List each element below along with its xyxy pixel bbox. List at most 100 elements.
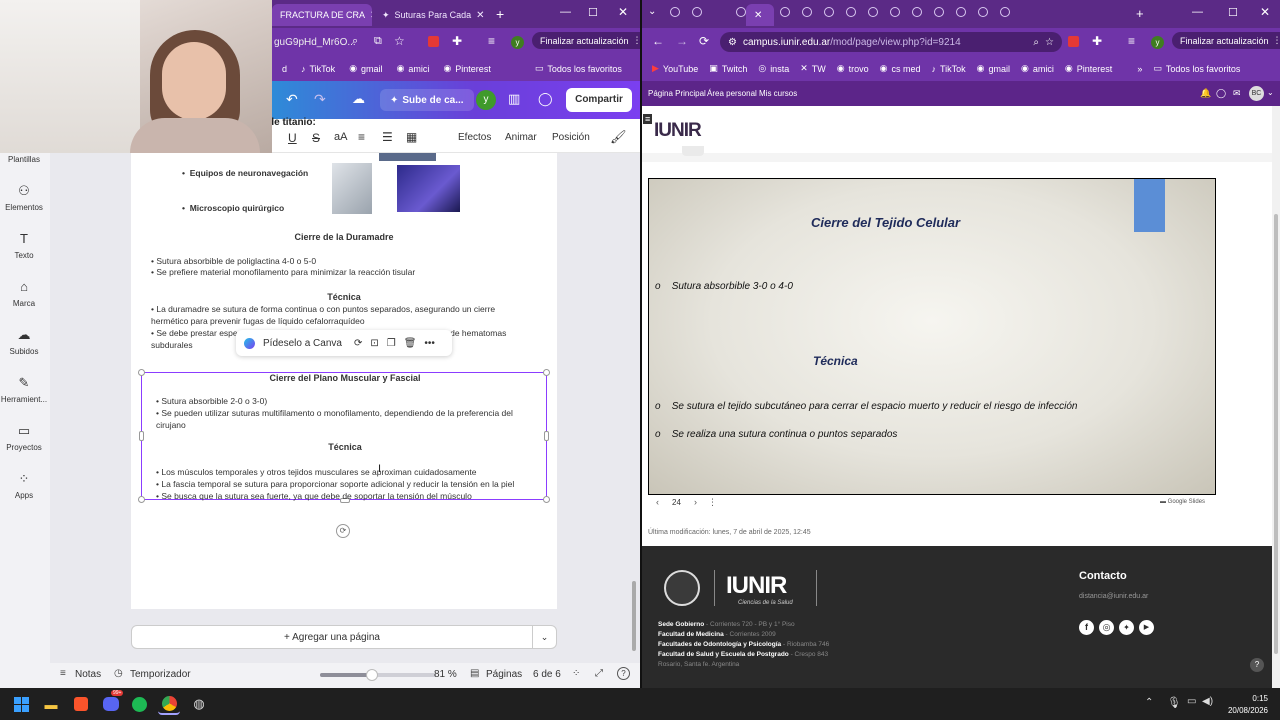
pages-button[interactable]: Páginas	[486, 669, 522, 680]
new-tab-icon[interactable]: +	[1136, 6, 1144, 21]
youtube-icon[interactable]: ▶	[1139, 620, 1154, 635]
tab-favicon-icon[interactable]	[846, 7, 856, 17]
collapse-tab[interactable]	[682, 146, 704, 156]
sidebar-item-marca[interactable]: ⌂ Marca	[0, 279, 48, 308]
tab-active[interactable]: ✕	[746, 4, 774, 26]
extension-icon[interactable]	[1068, 36, 1079, 47]
microphone-icon[interactable]: 🎙	[1167, 696, 1181, 709]
close-icon[interactable]: ✕	[370, 10, 372, 21]
media-icon[interactable]: ≡	[1128, 34, 1135, 48]
bookmark-tw[interactable]: ✕ TW	[800, 63, 826, 74]
discord-icon[interactable]: 99+	[100, 690, 124, 715]
instagram-icon[interactable]: ◎	[1099, 620, 1114, 635]
bookmark-pinterest[interactable]: ◉ Pinterest	[443, 63, 490, 74]
bookmark-gmail[interactable]: ◉ gmail	[977, 63, 1010, 74]
left-url-fragment[interactable]: guG9pHd_Mr6O...	[274, 37, 356, 48]
prev-slide-icon[interactable]: ‹	[656, 497, 659, 507]
file-explorer-icon[interactable]: ▬	[40, 693, 62, 715]
extension-icon[interactable]	[428, 36, 439, 47]
zoom-slider-knob[interactable]	[366, 669, 379, 681]
tab-favicon-icon[interactable]	[978, 7, 988, 17]
text-size-button[interactable]: aA	[334, 131, 347, 143]
side-handle[interactable]	[139, 431, 144, 441]
next-slide-icon[interactable]: ›	[694, 497, 697, 507]
sidebar-item-subidos[interactable]: ☁ Subidos	[0, 327, 48, 356]
network-icon[interactable]: ▭	[1187, 696, 1196, 707]
star-icon[interactable]: ☆	[394, 34, 405, 48]
site-info-icon[interactable]: ⚙	[728, 37, 737, 48]
refresh-icon[interactable]: ⟳	[354, 338, 362, 349]
fullscreen-icon[interactable]: ⤢	[595, 668, 603, 679]
zoom-icon[interactable]: ⌕	[1033, 37, 1039, 48]
profile-avatar[interactable]: y	[511, 36, 524, 49]
window-close-icon[interactable]: ✕	[618, 5, 628, 19]
google-slides-link[interactable]: ▬ Google Slides	[1160, 499, 1205, 505]
bookmark-twitch[interactable]: ▣ Twitch	[709, 63, 747, 74]
tab-fractura[interactable]: FRACTURA DE CRA ✕	[272, 4, 372, 26]
undo-icon[interactable]: ↶	[286, 91, 298, 108]
more-icon[interactable]: •••	[424, 338, 435, 349]
contact-email[interactable]: distancia@iunir.edu.ar	[1079, 593, 1148, 600]
update-button[interactable]: Finalizar actualización ⋮	[1172, 32, 1280, 49]
bookmark-amici[interactable]: ◉ amici	[397, 63, 430, 74]
drawer-toggle-icon[interactable]: ≡	[643, 114, 653, 124]
zoom-slider[interactable]	[320, 669, 436, 681]
canvas-scrollbar[interactable]	[632, 581, 636, 651]
page-canvas[interactable]: • Equipos de neuronavegación • Microscop…	[131, 153, 557, 609]
tab-favicon-icon[interactable]	[868, 7, 878, 17]
bookmark-tiktok[interactable]: ♪ TikTok	[932, 64, 966, 74]
nav-area-personal[interactable]: Área personal	[707, 89, 757, 98]
site-logo[interactable]: IUNIR	[654, 120, 702, 142]
chevron-down-icon[interactable]: ⌄	[532, 626, 556, 648]
tray-chevron-icon[interactable]: ⌃	[1145, 697, 1153, 708]
bookmark-gmail[interactable]: ◉ gmail	[349, 63, 382, 74]
chrome-icon[interactable]	[158, 693, 180, 715]
effects-button[interactable]: Efectos	[458, 132, 491, 143]
more-bookmarks-icon[interactable]: »	[1137, 64, 1142, 74]
clock-time[interactable]: 0:15	[1232, 694, 1268, 703]
all-bookmarks[interactable]: ▭ Todos los favoritos	[535, 63, 622, 74]
minimize-icon[interactable]: —	[560, 6, 571, 18]
address-bar[interactable]: ⚙ campus.iunir.edu.ar/mod/page/view.php?…	[720, 32, 1062, 52]
zoom-level[interactable]: 81 %	[434, 669, 457, 680]
sidebar-item-proyectos[interactable]: ▭ Proyectos	[0, 423, 48, 452]
tab-favicon-icon[interactable]	[912, 7, 922, 17]
all-bookmarks[interactable]: ▭ Todos los favoritos	[1153, 63, 1240, 74]
help-icon[interactable]: ?	[1250, 658, 1264, 672]
bookmark-item[interactable]: d	[282, 64, 287, 74]
translate-icon[interactable]: ⧉	[374, 35, 382, 48]
media-icon[interactable]: ≡	[488, 34, 495, 48]
nav-mis-cursos[interactable]: Mis cursos	[759, 89, 797, 98]
tab-favicon-icon[interactable]	[890, 7, 900, 17]
puzzle-icon[interactable]: ✚	[1092, 34, 1102, 48]
rotate-icon[interactable]: ⟳	[336, 524, 350, 538]
notes-button[interactable]: Notas	[75, 669, 101, 680]
bookmark-trovo[interactable]: ◉ trovo	[837, 63, 869, 74]
bookmark-amici[interactable]: ◉ amici	[1021, 63, 1054, 74]
tab-favicon-icon[interactable]	[780, 7, 790, 17]
bookmark-youtube[interactable]: ▶ YouTube	[652, 63, 698, 74]
sidebar-item-plantillas[interactable]: Plantillas	[0, 155, 48, 164]
strikethrough-icon[interactable]: S	[312, 131, 320, 145]
insights-icon[interactable]: ▥	[508, 91, 520, 107]
window-close-icon[interactable]: ✕	[1260, 5, 1270, 19]
sidebar-item-herramientas[interactable]: ✎ Herramient...	[0, 375, 48, 404]
tab-search-icon[interactable]: ⌄	[648, 6, 656, 17]
user-avatar[interactable]: BC	[1249, 86, 1264, 101]
bookmark-csmed[interactable]: ◉ cs med	[880, 63, 921, 74]
microscope-image[interactable]	[397, 165, 460, 212]
sidebar-item-elementos[interactable]: ⚇ Elementos	[0, 183, 48, 212]
side-handle[interactable]	[544, 431, 549, 441]
ask-canva-button[interactable]: Pídeselo a Canva	[263, 338, 342, 349]
close-icon[interactable]: ✕	[476, 10, 484, 21]
obs-icon[interactable]: ◍	[188, 693, 210, 715]
tab-favicon-icon[interactable]	[802, 7, 812, 17]
resize-handle[interactable]	[138, 496, 145, 503]
maximize-icon[interactable]: ☐	[588, 6, 598, 19]
puzzle-icon[interactable]: ✚	[452, 34, 462, 48]
sidebar-item-apps[interactable]: ⁘ Apps	[0, 471, 48, 500]
forward-icon[interactable]: →	[676, 34, 688, 48]
duplicate-icon[interactable]: ❐	[387, 338, 396, 349]
design-title-button[interactable]: ✦ Sube de ca...	[380, 89, 474, 111]
resize-handle[interactable]	[543, 496, 550, 503]
